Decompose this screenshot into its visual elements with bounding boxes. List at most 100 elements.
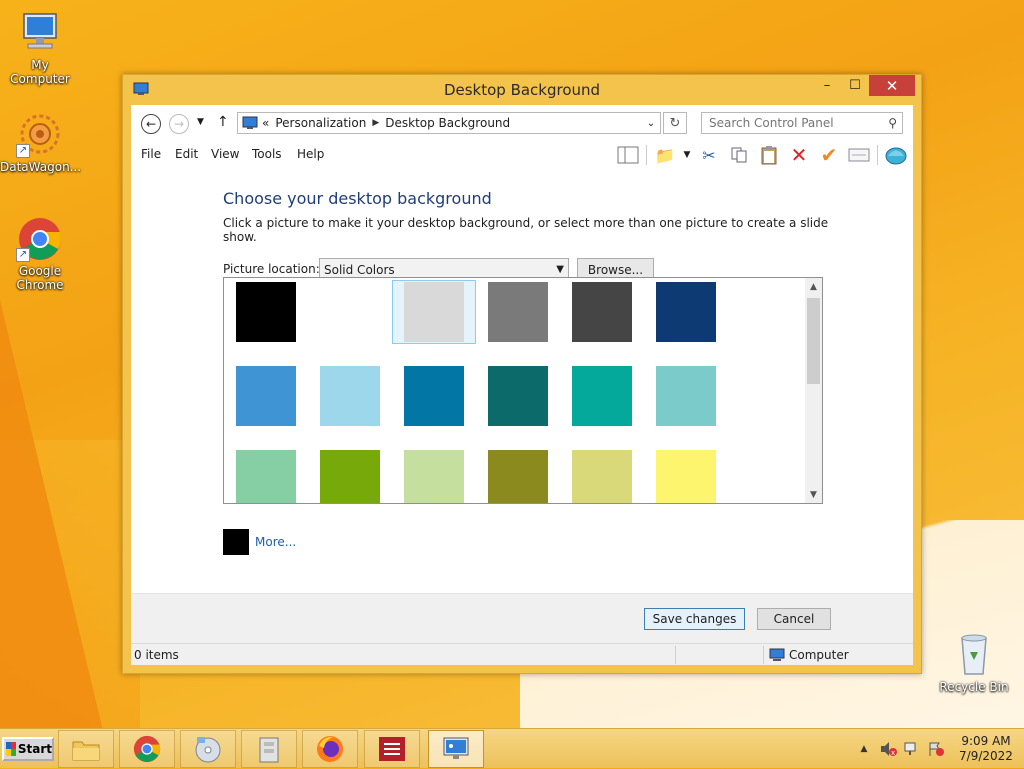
breadcrumb-overflow[interactable]: « <box>262 116 269 130</box>
window-client: ← → ▼ ↑ « Personalization ▶ Desktop Back… <box>131 105 913 665</box>
up-button[interactable]: ↑ <box>217 114 229 130</box>
address-dropdown-button[interactable]: ⌄ <box>642 113 660 133</box>
color-swatch-item[interactable] <box>644 280 728 344</box>
status-bar: 0 items Computer <box>131 643 913 665</box>
arrow-right-icon: → <box>173 117 185 131</box>
color-swatch <box>488 450 548 503</box>
taskbar-archive-app[interactable] <box>241 730 297 768</box>
text-editor-icon <box>379 737 405 761</box>
save-changes-button[interactable]: Save changes <box>644 608 745 630</box>
color-swatch-item[interactable] <box>392 280 476 344</box>
paste-icon[interactable] <box>754 143 784 167</box>
windows-flag-icon <box>6 742 16 756</box>
color-swatch <box>404 282 464 342</box>
chevron-down-icon[interactable]: ▼ <box>680 143 694 167</box>
clock[interactable]: 9:09 AM 7/9/2022 <box>948 734 1024 764</box>
menu-help[interactable]: Help <box>297 147 324 161</box>
color-swatch-item[interactable] <box>644 364 728 428</box>
taskbar-media-player[interactable] <box>180 730 236 768</box>
maximize-button[interactable]: ☐ <box>841 75 869 96</box>
color-swatch-item[interactable] <box>224 280 308 344</box>
color-swatch-item[interactable] <box>476 364 560 428</box>
color-swatch-item[interactable] <box>644 448 728 503</box>
scroll-up-icon[interactable]: ▲ <box>805 278 822 295</box>
copy-icon[interactable] <box>724 143 754 167</box>
title-bar[interactable]: Desktop Background – ☐ ✕ <box>123 75 921 105</box>
color-swatch-item[interactable] <box>224 448 308 503</box>
checkmark-icon[interactable]: ✔ <box>814 143 844 167</box>
network-icon[interactable] <box>900 737 924 761</box>
properties-icon[interactable] <box>844 143 874 167</box>
menu-file[interactable]: File <box>141 147 161 161</box>
color-swatch-item[interactable] <box>392 448 476 503</box>
more-colors-link[interactable]: More... <box>255 535 296 549</box>
recent-locations-button[interactable]: ▼ <box>197 117 204 127</box>
more-colors-row[interactable]: More... <box>223 529 296 555</box>
menu-view[interactable]: View <box>211 147 239 161</box>
search-input[interactable] <box>701 112 903 134</box>
color-swatch-item[interactable] <box>476 448 560 503</box>
color-swatch <box>320 450 380 503</box>
chevron-right-icon[interactable]: ▶ <box>372 118 379 128</box>
menu-bar: File Edit View Tools Help 📁 ▼ ✂ ✕ ✔ <box>131 141 913 169</box>
menu-edit[interactable]: Edit <box>175 147 198 161</box>
color-swatch <box>572 366 632 426</box>
show-hidden-icons-icon[interactable]: ▲ <box>852 737 876 761</box>
back-button[interactable]: ← <box>141 114 161 134</box>
recycle-bin-icon <box>950 632 998 678</box>
status-divider <box>675 646 676 664</box>
taskbar-file-explorer[interactable] <box>58 730 114 768</box>
archive-icon <box>259 737 279 763</box>
color-swatch-item[interactable] <box>392 364 476 428</box>
color-swatch-item[interactable] <box>560 448 644 503</box>
color-swatch <box>572 282 632 342</box>
toolbar: 📁 ▼ ✂ ✕ ✔ <box>613 142 911 168</box>
color-swatch-item[interactable] <box>224 364 308 428</box>
current-color-swatch[interactable] <box>223 529 249 555</box>
forward-button[interactable]: → <box>169 114 189 134</box>
search-icon[interactable]: ⚲ <box>888 116 897 130</box>
volume-muted-icon[interactable]: x <box>876 737 900 761</box>
taskbar-text-editor[interactable] <box>364 730 420 768</box>
globe-icon[interactable] <box>881 143 911 167</box>
desktop-icon-google-chrome[interactable]: ↗ Google Chrome <box>0 216 80 292</box>
taskbar-firefox[interactable] <box>302 730 358 768</box>
start-button[interactable]: Start <box>2 737 54 761</box>
desktop-icon-my-computer[interactable]: My Computer <box>0 10 80 86</box>
refresh-icon: ↻ <box>669 115 681 131</box>
chrome-icon <box>133 735 161 763</box>
minimize-button[interactable]: – <box>813 75 841 96</box>
color-swatch-item[interactable] <box>308 448 392 503</box>
scroll-down-icon[interactable]: ▼ <box>805 486 822 503</box>
delete-icon[interactable]: ✕ <box>784 143 814 167</box>
color-swatch <box>236 366 296 426</box>
color-swatch-item[interactable] <box>308 280 392 344</box>
menu-tools[interactable]: Tools <box>252 147 282 161</box>
desktop-icon-recycle-bin[interactable]: Recycle Bin <box>934 632 1014 694</box>
color-swatch-item[interactable] <box>560 280 644 344</box>
system-tray: ▲ x 9:09 AM 7/9/2022 <box>852 729 1024 769</box>
color-swatch-item[interactable] <box>308 364 392 428</box>
color-swatch-item[interactable] <box>560 364 644 428</box>
media-disc-icon <box>195 737 221 763</box>
address-bar[interactable]: « Personalization ▶ Desktop Background ⌄ <box>237 112 661 134</box>
close-button[interactable]: ✕ <box>869 75 915 96</box>
gallery-scrollbar[interactable]: ▲ ▼ <box>805 278 822 503</box>
cut-icon[interactable]: ✂ <box>694 143 724 167</box>
folder-options-icon[interactable]: 📁 <box>650 143 680 167</box>
refresh-button[interactable]: ↻ <box>663 112 687 134</box>
scroll-thumb[interactable] <box>807 298 820 384</box>
action-center-flag-icon[interactable] <box>924 737 948 761</box>
color-swatch-item[interactable] <box>476 280 560 344</box>
control-panel-icon <box>443 737 469 759</box>
layout-pane-icon[interactable] <box>613 143 643 167</box>
taskbar-chrome[interactable] <box>119 730 175 768</box>
status-location-text: Computer <box>789 648 849 662</box>
breadcrumb-personalization[interactable]: Personalization <box>275 116 366 130</box>
color-swatch <box>404 366 464 426</box>
taskbar-control-panel[interactable] <box>428 730 484 768</box>
cancel-button[interactable]: Cancel <box>757 608 831 630</box>
desktop-icon-datawagon[interactable]: ↗ DataWagon... <box>0 112 81 174</box>
breadcrumb-desktop-background[interactable]: Desktop Background <box>385 116 510 130</box>
color-swatch <box>236 450 296 503</box>
